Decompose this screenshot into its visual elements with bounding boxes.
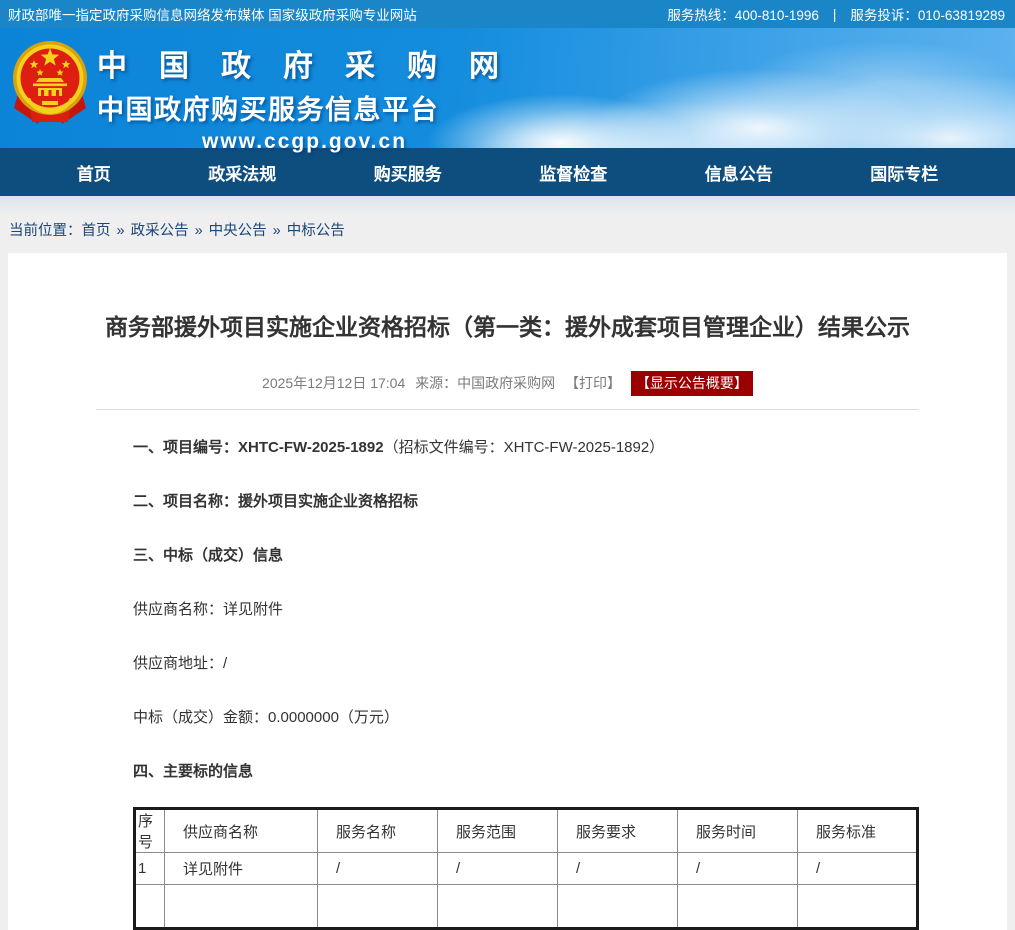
cell-empty bbox=[135, 885, 165, 929]
nav-item-home[interactable]: 首页 bbox=[77, 160, 111, 185]
award-info-heading: 三、中标（成交）信息 bbox=[133, 546, 1007, 566]
nav-item-announcements[interactable]: 信息公告 bbox=[705, 160, 773, 185]
site-logo: 中 国 政 府 采 购 网 中国政府购买服务信息平台 www.ccgp.gov.… bbox=[97, 41, 512, 154]
show-summary-button[interactable]: 【显示公告概要】 bbox=[631, 371, 753, 396]
main-subject-heading: 四、主要标的信息 bbox=[133, 762, 1007, 782]
table-header-row: 序号 供应商名称 服务名称 服务范围 服务要求 服务时间 服务标准 bbox=[135, 809, 918, 853]
article-card: 商务部援外项目实施企业资格招标（第一类：援外成套项目管理企业）结果公示 2025… bbox=[8, 253, 1007, 930]
project-number-rest: （招标文件编号：XHTC-FW-2025-1892） bbox=[384, 439, 665, 456]
project-name-line: 二、项目名称：援外项目实施企业资格招标 bbox=[133, 492, 1007, 512]
site-slogan: 财政部唯一指定政府采购信息网络发布媒体 国家级政府采购专业网站 bbox=[8, 4, 417, 24]
breadcrumb-link-central-announcements[interactable]: 中央公告 bbox=[209, 223, 267, 239]
col-header-index: 序号 bbox=[135, 809, 165, 853]
breadcrumb-label: 当前位置： bbox=[9, 223, 82, 239]
breadcrumb-separator: » bbox=[117, 223, 125, 239]
project-number-line: 一、项目编号：XHTC-FW-2025-1892（招标文件编号：XHTC-FW-… bbox=[133, 438, 1007, 458]
breadcrumb-link-home[interactable]: 首页 bbox=[82, 223, 111, 239]
cell-service-time: / bbox=[678, 853, 798, 885]
breadcrumb-link-procurement-announcements[interactable]: 政采公告 bbox=[131, 223, 189, 239]
table-row-empty bbox=[135, 885, 918, 929]
main-nav: 首页 政采法规 购买服务 监督检查 信息公告 国际专栏 bbox=[0, 148, 1015, 196]
nav-item-purchase-services[interactable]: 购买服务 bbox=[374, 160, 442, 185]
source-label: 来源：中国政府采购网 bbox=[415, 375, 555, 391]
breadcrumb: 当前位置：首页 » 政采公告 » 中央公告 » 中标公告 bbox=[0, 214, 1015, 253]
cell-empty bbox=[558, 885, 678, 929]
cell-service-name: / bbox=[318, 853, 438, 885]
national-emblem-icon bbox=[12, 38, 88, 130]
cell-empty bbox=[318, 885, 438, 929]
site-header: 中 国 政 府 采 购 网 中国政府购买服务信息平台 www.ccgp.gov.… bbox=[0, 28, 1015, 148]
page-title: 商务部援外项目实施企业资格招标（第一类：援外成套项目管理企业）结果公示 bbox=[8, 253, 1007, 342]
project-number-bold: 一、项目编号：XHTC-FW-2025-1892 bbox=[133, 439, 384, 456]
col-header-service-name: 服务名称 bbox=[318, 809, 438, 853]
col-header-service-time: 服务时间 bbox=[678, 809, 798, 853]
col-header-supplier-name: 供应商名称 bbox=[165, 809, 318, 853]
platform-title: 中国政府购买服务信息平台 bbox=[97, 88, 512, 127]
cell-empty bbox=[438, 885, 558, 929]
meta-divider bbox=[96, 409, 919, 410]
site-url: www.ccgp.gov.cn bbox=[97, 130, 512, 154]
award-amount-line: 中标（成交）金额：0.0000000（万元） bbox=[133, 708, 1007, 728]
col-header-service-requirement: 服务要求 bbox=[558, 809, 678, 853]
topbar-divider: | bbox=[833, 7, 837, 22]
service-hotline: 服务热线：400-810-1996 bbox=[667, 4, 819, 24]
breadcrumb-link-award-announcements[interactable]: 中标公告 bbox=[287, 223, 345, 239]
cell-service-requirement: / bbox=[558, 853, 678, 885]
cell-index: 1 bbox=[135, 853, 165, 885]
cell-supplier-name: 详见附件 bbox=[165, 853, 318, 885]
cell-empty bbox=[678, 885, 798, 929]
cell-service-scope: / bbox=[438, 853, 558, 885]
article-body: 一、项目编号：XHTC-FW-2025-1892（招标文件编号：XHTC-FW-… bbox=[133, 438, 1007, 930]
cell-service-standard: / bbox=[798, 853, 918, 885]
cell-empty bbox=[165, 885, 318, 929]
supplier-name-line: 供应商名称：详见附件 bbox=[133, 600, 1007, 620]
article-meta: 2025年12月12日 17:04 来源：中国政府采购网 【打印】 【显示公告概… bbox=[8, 371, 1007, 396]
top-utility-bar: 财政部唯一指定政府采购信息网络发布媒体 国家级政府采购专业网站 服务热线：400… bbox=[0, 0, 1015, 28]
col-header-service-standard: 服务标准 bbox=[798, 809, 918, 853]
col-header-service-scope: 服务范围 bbox=[438, 809, 558, 853]
breadcrumb-separator: » bbox=[273, 223, 281, 239]
supplier-address-line: 供应商地址：/ bbox=[133, 654, 1007, 674]
main-subject-table: 序号 供应商名称 服务名称 服务范围 服务要求 服务时间 服务标准 1 详见附件… bbox=[133, 807, 919, 930]
table-row: 1 详见附件 / / / / / bbox=[135, 853, 918, 885]
site-title: 中 国 政 府 采 购 网 bbox=[97, 41, 512, 85]
nav-item-international[interactable]: 国际专栏 bbox=[870, 160, 938, 185]
nav-bottom-strip bbox=[0, 196, 1015, 214]
service-complaint: 服务投诉：010-63819289 bbox=[850, 4, 1005, 24]
nav-item-regulations[interactable]: 政采法规 bbox=[208, 160, 276, 185]
breadcrumb-separator: » bbox=[195, 223, 203, 239]
print-button[interactable]: 【打印】 bbox=[565, 375, 621, 391]
publish-datetime: 2025年12月12日 17:04 bbox=[262, 375, 405, 391]
nav-item-supervision[interactable]: 监督检查 bbox=[539, 160, 607, 185]
cell-empty bbox=[798, 885, 918, 929]
